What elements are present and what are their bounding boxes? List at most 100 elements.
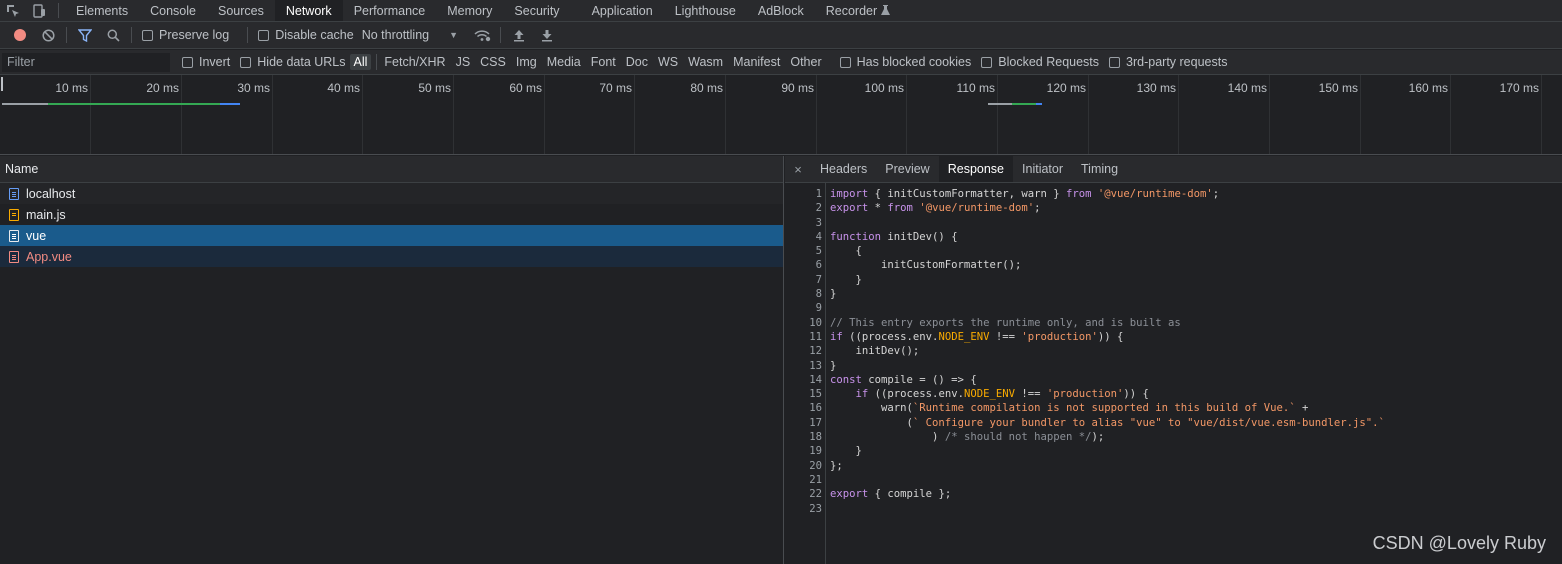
filter-divider xyxy=(376,54,378,70)
timeline-gridline xyxy=(181,75,182,154)
clear-button[interactable] xyxy=(34,24,62,46)
timeline-waterfall-bar xyxy=(220,103,240,105)
close-icon[interactable]: × xyxy=(785,156,811,182)
throttling-value: No throttling xyxy=(361,28,430,42)
tab-preview[interactable]: Preview xyxy=(876,156,938,182)
code-line: initDev(); xyxy=(830,345,920,358)
timeline-gridline xyxy=(544,75,545,154)
checkbox-box xyxy=(839,56,851,68)
filter-type-font[interactable]: Font xyxy=(587,54,620,70)
tab-timing[interactable]: Timing xyxy=(1072,156,1127,182)
request-row[interactable]: localhost xyxy=(0,183,783,204)
timeline-waterfall-bar xyxy=(988,103,1012,105)
filter-type-media[interactable]: Media xyxy=(543,54,585,70)
filter-type-wasm[interactable]: Wasm xyxy=(684,54,727,70)
line-number: 19 xyxy=(809,445,822,458)
response-viewer[interactable]: 1 2 3 4 5 6 7 8 9 10 11 12 13 14 15 16 1… xyxy=(785,183,1562,564)
filter-input[interactable] xyxy=(2,52,170,72)
timeline-gridline xyxy=(1088,75,1089,154)
timeline-tick-label: 30 ms xyxy=(237,81,270,95)
tab-memory[interactable]: Memory xyxy=(436,0,503,21)
device-toolbar-icon[interactable] xyxy=(26,0,52,21)
code-line: export { compile }; xyxy=(830,488,952,501)
filter-icon xyxy=(78,28,92,42)
timeline-gridline xyxy=(634,75,635,154)
detail-tabbar: × Headers Preview Response Initiator Tim… xyxy=(785,156,1562,183)
timeline-gridline xyxy=(1269,75,1270,154)
invert-label: Invert xyxy=(199,55,231,69)
tab-headers[interactable]: Headers xyxy=(811,156,876,182)
line-number: 16 xyxy=(809,402,822,415)
tab-lighthouse[interactable]: Lighthouse xyxy=(664,0,747,21)
third-party-requests-checkbox[interactable]: 3rd-party requests xyxy=(1109,55,1227,69)
export-har-button[interactable] xyxy=(533,24,561,46)
request-row[interactable]: vue xyxy=(0,225,783,246)
timeline-tick-label: 60 ms xyxy=(509,81,542,95)
filter-toggle-button[interactable] xyxy=(71,24,99,46)
timeline-waterfall-bar xyxy=(48,103,220,105)
tab-performance[interactable]: Performance xyxy=(343,0,437,21)
timeline-gridline xyxy=(1360,75,1361,154)
error-file-icon xyxy=(9,250,19,263)
tab-response[interactable]: Response xyxy=(938,156,1014,182)
timeline-tick-label: 10 ms xyxy=(55,81,88,95)
tab-security[interactable]: Security xyxy=(503,0,570,21)
tabbar-divider xyxy=(58,3,59,18)
timeline-tick-label: 120 ms xyxy=(1046,81,1086,95)
line-number: 17 xyxy=(809,416,822,429)
timeline-gridline xyxy=(725,75,726,154)
preserve-log-checkbox[interactable]: Preserve log xyxy=(142,28,229,42)
network-conditions-button[interactable] xyxy=(468,24,496,46)
wifi-settings-icon xyxy=(474,29,490,41)
toolbar-divider xyxy=(131,27,132,43)
timeline-overview[interactable]: 10 ms 20 ms 30 ms 40 ms 50 ms 60 ms 70 m… xyxy=(0,75,1562,155)
disable-cache-checkbox[interactable]: Disable cache xyxy=(258,28,354,42)
filter-type-js[interactable]: JS xyxy=(452,54,475,70)
tab-sources[interactable]: Sources xyxy=(207,0,275,21)
filter-type-manifest[interactable]: Manifest xyxy=(729,54,784,70)
checkbox-box xyxy=(981,56,993,68)
record-button[interactable] xyxy=(6,24,34,46)
timeline-tick-label: 20 ms xyxy=(146,81,179,95)
hide-data-urls-checkbox[interactable]: Hide data URLs xyxy=(240,55,346,69)
line-number: 22 xyxy=(809,488,822,501)
filter-type-all[interactable]: All xyxy=(349,54,372,70)
filter-type-other[interactable]: Other xyxy=(786,54,825,70)
tab-application[interactable]: Application xyxy=(581,0,664,21)
tab-elements[interactable]: Elements xyxy=(65,0,139,21)
has-blocked-cookies-label: Has blocked cookies xyxy=(856,55,972,69)
timeline-gridline xyxy=(816,75,817,154)
tab-console[interactable]: Console xyxy=(139,0,207,21)
upload-icon xyxy=(514,29,525,41)
timeline-waterfall-bar xyxy=(2,103,48,105)
invert-checkbox[interactable]: Invert xyxy=(182,55,230,69)
inspect-element-icon[interactable] xyxy=(0,0,26,21)
has-blocked-cookies-checkbox[interactable]: Has blocked cookies xyxy=(839,55,972,69)
tab-adblock[interactable]: AdBlock xyxy=(747,0,815,21)
blocked-requests-checkbox[interactable]: Blocked Requests xyxy=(981,55,1099,69)
filter-type-fetch-xhr[interactable]: Fetch/XHR xyxy=(380,54,449,70)
request-name: App.vue xyxy=(26,249,72,264)
filter-type-css[interactable]: CSS xyxy=(476,54,510,70)
tab-initiator[interactable]: Initiator xyxy=(1013,156,1072,182)
tab-network[interactable]: Network xyxy=(274,0,343,21)
toolbar-divider xyxy=(247,27,249,43)
code-line: const compile = () => { xyxy=(830,373,977,386)
filter-type-ws[interactable]: WS xyxy=(654,54,682,70)
preserve-log-label: Preserve log xyxy=(159,28,230,42)
filter-type-img[interactable]: Img xyxy=(512,54,541,70)
document-icon xyxy=(9,187,19,200)
throttling-select[interactable]: No throttling ▼ xyxy=(362,28,458,42)
request-row[interactable]: main.js xyxy=(0,204,783,225)
import-har-button[interactable] xyxy=(505,24,533,46)
tab-recorder[interactable]: Recorder xyxy=(815,0,901,21)
filter-type-doc[interactable]: Doc xyxy=(622,54,652,70)
column-header-name[interactable]: Name xyxy=(0,156,783,183)
checkbox-box xyxy=(1109,56,1121,68)
checkbox-box xyxy=(240,56,252,68)
code-line: export * from '@vue/runtime-dom'; xyxy=(830,202,1041,215)
request-row[interactable]: App.vue xyxy=(0,246,783,267)
search-button[interactable] xyxy=(99,24,127,46)
toolbar-divider xyxy=(500,27,502,43)
tab-recorder-label: Recorder xyxy=(825,3,878,18)
